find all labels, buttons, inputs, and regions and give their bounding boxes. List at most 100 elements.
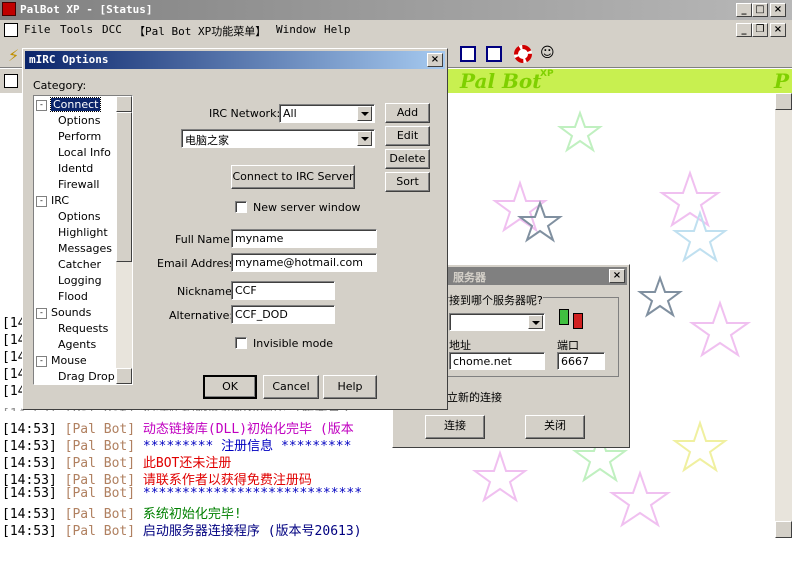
irc-options-close-button[interactable]: ×: [427, 53, 443, 67]
help-button[interactable]: Help: [323, 375, 377, 399]
add-server-button[interactable]: Add: [385, 103, 430, 123]
full-name-field[interactable]: myname: [231, 229, 377, 248]
palbot-banner: Pal Bot XP P: [440, 69, 792, 93]
nickname-field[interactable]: CCF: [231, 281, 335, 300]
banner-right-letter: P: [774, 69, 790, 93]
close-button[interactable]: ×: [770, 3, 786, 17]
tree-expander-icon[interactable]: -: [36, 195, 47, 207]
tree-item-label: Local Info: [58, 146, 111, 159]
new-server-window-checkbox[interactable]: [235, 201, 247, 213]
tree-item[interactable]: Options: [58, 210, 100, 223]
tree-item[interactable]: Messages: [58, 242, 112, 255]
server-close-button[interactable]: 关闭: [525, 415, 585, 439]
chevron-down-icon[interactable]: [528, 315, 543, 329]
mdi-restore-button[interactable]: ❐: [752, 23, 768, 37]
toolbar-window2-icon[interactable]: [486, 46, 502, 62]
tree-item-label: Catcher: [58, 258, 102, 271]
tree-scroll-down[interactable]: [116, 368, 132, 384]
tree-item[interactable]: Catcher: [58, 258, 101, 271]
invisible-mode-checkbox[interactable]: [235, 337, 247, 349]
tree-item[interactable]: Logging: [58, 274, 102, 287]
tree-item[interactable]: - Mouse: [36, 354, 87, 367]
toolbar-window-icon[interactable]: [460, 46, 476, 62]
tree-item[interactable]: - Connect: [36, 97, 102, 112]
new-server-window-label[interactable]: New server window: [253, 201, 361, 214]
star-shape: [517, 200, 563, 243]
star-shape: [658, 169, 722, 228]
irc-options-dialog: mIRC Options × Category: - Connect Options…: [22, 48, 448, 410]
menu-help[interactable]: Help: [324, 23, 351, 36]
app-icon[interactable]: [2, 2, 16, 16]
category-tree[interactable]: - Connect Options Perform Local Info Identd Fi…: [33, 95, 133, 385]
alternative-field[interactable]: CCF_DOD: [231, 305, 335, 324]
chat-line: [14:53] [Pal Bot] 启动服务器连接程序 (版本号20613): [2, 524, 362, 539]
chevron-down-icon[interactable]: [357, 131, 372, 146]
address-label: 地址: [449, 339, 471, 352]
main-title-bar: PalBot XP - [Status] _ □ ×: [0, 0, 792, 20]
network-connect-icon[interactable]: [559, 309, 569, 325]
tree-item[interactable]: Identd: [58, 162, 93, 175]
tree-expander-icon[interactable]: -: [36, 99, 47, 111]
tree-item[interactable]: Agents: [58, 338, 96, 351]
tree-expander-icon[interactable]: -: [36, 307, 47, 319]
email-label: Email Address:: [157, 257, 239, 270]
tree-scroll-thumb[interactable]: [116, 112, 132, 262]
mdi-doc-icon[interactable]: [4, 23, 18, 37]
toolbar-person-icon[interactable]: ☺: [540, 45, 555, 61]
tree-item-label: Agents: [58, 338, 97, 351]
email-field[interactable]: myname@hotmail.com: [231, 253, 377, 272]
server-question: 接到哪个服务器呢?: [449, 292, 543, 308]
tree-expander-icon[interactable]: -: [36, 355, 47, 367]
connect-lightning-icon[interactable]: ⚡: [8, 46, 19, 65]
server-select[interactable]: [449, 313, 545, 331]
tree-item[interactable]: Requests: [58, 322, 108, 335]
menu-file[interactable]: File: [24, 23, 51, 36]
tree-item[interactable]: Options: [58, 114, 100, 127]
help-lifebuoy-icon[interactable]: [514, 45, 532, 63]
new-connection-label[interactable]: 立新的连接: [447, 389, 502, 405]
chevron-down-icon[interactable]: [357, 106, 372, 121]
minimize-button[interactable]: _: [736, 3, 752, 17]
ok-button[interactable]: OK: [203, 375, 257, 399]
mdi-minimize-button[interactable]: _: [736, 23, 752, 37]
tree-item[interactable]: - Sounds: [36, 306, 91, 319]
scroll-down-button[interactable]: [775, 521, 792, 538]
tree-scrollbar[interactable]: [116, 96, 132, 384]
tree-item[interactable]: Perform: [58, 130, 101, 143]
mdi-close-button[interactable]: ×: [770, 23, 786, 37]
menu-palbot[interactable]: 【Pal Bot XP功能菜单】: [134, 23, 266, 39]
sort-servers-button[interactable]: Sort: [385, 172, 430, 192]
scroll-up-button[interactable]: [775, 93, 792, 110]
tree-item[interactable]: Firewall: [58, 178, 99, 191]
menu-dcc[interactable]: DCC: [102, 23, 122, 36]
invisible-mode-label[interactable]: Invisible mode: [253, 337, 333, 350]
tree-scroll-up[interactable]: [116, 96, 132, 112]
connect-to-irc-button[interactable]: Connect to IRC Server: [231, 165, 355, 189]
tree-item-label: Mouse: [51, 354, 87, 367]
server-address-field[interactable]: chome.net: [449, 352, 545, 370]
maximize-button[interactable]: □: [752, 3, 768, 17]
status-doc-icon: [4, 74, 18, 88]
status-scrollbar[interactable]: [775, 93, 792, 538]
star-shape: [557, 110, 603, 153]
server-list-select[interactable]: 电脑之家: [181, 129, 375, 148]
tree-item[interactable]: Highlight: [58, 226, 108, 239]
tree-item[interactable]: Flood: [58, 290, 88, 303]
server-dialog-close-button[interactable]: ×: [609, 269, 625, 283]
server-port-field[interactable]: 6667: [557, 352, 605, 370]
cancel-button[interactable]: Cancel: [263, 375, 319, 399]
delete-server-button[interactable]: Delete: [385, 149, 430, 169]
edit-server-button[interactable]: Edit: [385, 126, 430, 146]
tree-item[interactable]: - IRC: [36, 194, 69, 207]
network-disconnect-icon[interactable]: [573, 313, 583, 329]
menu-tools[interactable]: Tools: [60, 23, 93, 36]
tree-item[interactable]: Local Info: [58, 146, 111, 159]
server-connect-button[interactable]: 连接: [425, 415, 485, 439]
tree-item-label: Flood: [58, 290, 88, 303]
tree-item-label: Requests: [58, 322, 109, 335]
tree-item-label: Identd: [58, 162, 94, 175]
tree-item-label: Options: [58, 210, 101, 223]
menu-window[interactable]: Window: [276, 23, 316, 36]
star-shape: [491, 179, 549, 233]
tree-item[interactable]: Drag Drop: [58, 370, 115, 383]
